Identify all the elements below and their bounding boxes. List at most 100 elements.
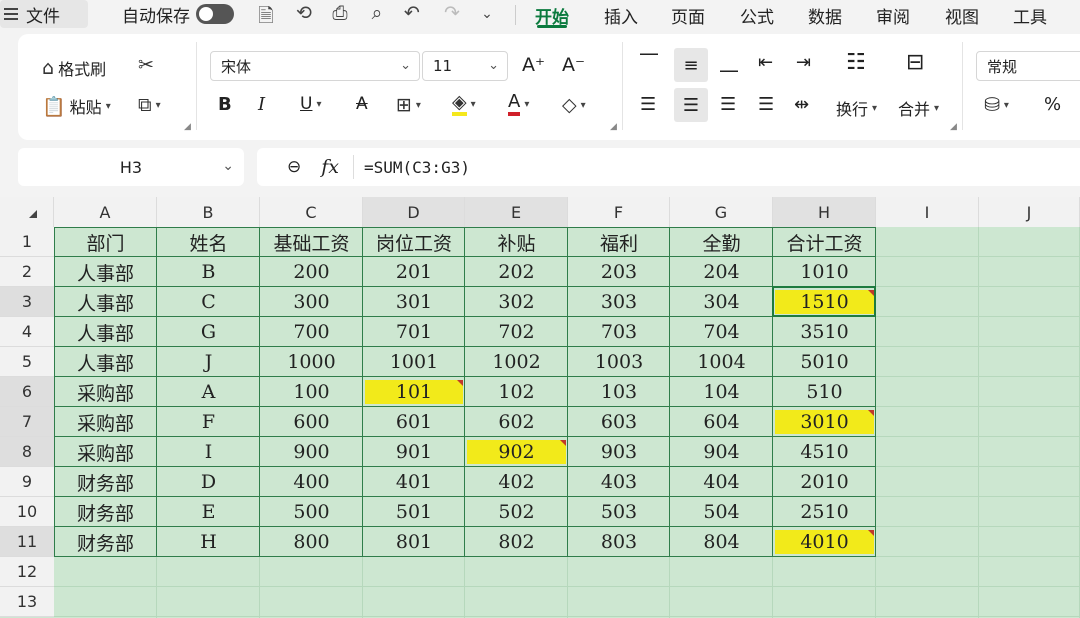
align-left-button[interactable]: ☰: [640, 94, 656, 115]
undo-icon[interactable]: ↶: [400, 2, 424, 24]
table-cell[interactable]: D: [157, 467, 260, 497]
table-cell[interactable]: 人事部: [54, 257, 157, 287]
column-header-b[interactable]: B: [157, 197, 260, 227]
distributed-button[interactable]: ⇹: [794, 94, 809, 115]
fill-color-button[interactable]: ◈ ▾: [452, 92, 476, 116]
row-header-8[interactable]: 8: [0, 437, 54, 467]
column-header-i[interactable]: I: [876, 197, 979, 227]
table-cell[interactable]: 104: [670, 377, 773, 407]
table-cell[interactable]: C: [157, 287, 260, 317]
decrease-indent-button[interactable]: ⇤: [758, 52, 773, 73]
align-top-button[interactable]: ⎺: [640, 52, 658, 73]
table-cell[interactable]: 3010: [773, 407, 876, 437]
column-header-d[interactable]: D: [363, 197, 465, 227]
header-cell[interactable]: 补贴: [465, 227, 568, 257]
print-icon[interactable]: ⎙: [328, 2, 352, 24]
table-cell[interactable]: 103: [568, 377, 670, 407]
tab-data[interactable]: 数据: [808, 0, 842, 30]
table-cell[interactable]: 1010: [773, 257, 876, 287]
align-bottom-button[interactable]: ⎽: [720, 52, 738, 73]
cloud-sync-icon[interactable]: ⟲: [292, 2, 316, 24]
column-header-f[interactable]: F: [568, 197, 670, 227]
table-cell[interactable]: 5010: [773, 347, 876, 377]
zoom-search-icon[interactable]: ⊖: [287, 157, 301, 177]
align-middle-button[interactable]: ≡: [674, 48, 708, 82]
table-cell[interactable]: 200: [260, 257, 363, 287]
row-header-12[interactable]: 12: [0, 557, 54, 587]
table-cell[interactable]: 702: [465, 317, 568, 347]
font-size-select[interactable]: 11 ⌄: [422, 51, 508, 81]
currency-button[interactable]: ⛁ ▾: [984, 94, 1009, 116]
table-cell[interactable]: F: [157, 407, 260, 437]
table-cell[interactable]: 204: [670, 257, 773, 287]
row-header-7[interactable]: 7: [0, 407, 54, 437]
align-right-button[interactable]: ☰: [720, 94, 736, 115]
table-cell[interactable]: 802: [465, 527, 568, 557]
table-cell[interactable]: 604: [670, 407, 773, 437]
increase-indent-button[interactable]: ⇥: [796, 52, 811, 73]
strikethrough-button[interactable]: A: [356, 94, 368, 114]
table-cell[interactable]: 财务部: [54, 497, 157, 527]
table-cell[interactable]: 3510: [773, 317, 876, 347]
table-cell[interactable]: 203: [568, 257, 670, 287]
increase-font-button[interactable]: A⁺: [522, 54, 545, 76]
table-cell[interactable]: 采购部: [54, 377, 157, 407]
table-cell[interactable]: 2510: [773, 497, 876, 527]
table-cell[interactable]: 1003: [568, 347, 670, 377]
table-cell[interactable]: 500: [260, 497, 363, 527]
table-cell[interactable]: 4510: [773, 437, 876, 467]
table-cell[interactable]: 201: [363, 257, 465, 287]
table-cell[interactable]: 401: [363, 467, 465, 497]
table-cell[interactable]: 1001: [363, 347, 465, 377]
row-header-11[interactable]: 11: [0, 527, 54, 557]
file-menu-button[interactable]: 文件: [0, 0, 88, 28]
table-cell[interactable]: 303: [568, 287, 670, 317]
table-cell[interactable]: 800: [260, 527, 363, 557]
table-cell[interactable]: 901: [363, 437, 465, 467]
font-launcher-icon[interactable]: ◢: [610, 122, 617, 132]
column-header-c[interactable]: C: [260, 197, 363, 227]
redo-icon[interactable]: ↷: [440, 2, 464, 24]
header-cell[interactable]: 福利: [568, 227, 670, 257]
table-cell[interactable]: 1000: [260, 347, 363, 377]
table-cell[interactable]: 302: [465, 287, 568, 317]
wrap-text-icon-button[interactable]: ☷: [846, 50, 866, 75]
header-cell[interactable]: 合计工资: [773, 227, 876, 257]
table-cell[interactable]: 903: [568, 437, 670, 467]
table-cell[interactable]: 402: [465, 467, 568, 497]
row-header-2[interactable]: 2: [0, 257, 54, 287]
print-preview-icon[interactable]: ⌕: [365, 2, 389, 24]
number-format-select[interactable]: 常规 ⌄: [976, 51, 1080, 81]
table-cell[interactable]: 2010: [773, 467, 876, 497]
column-header-j[interactable]: J: [979, 197, 1080, 227]
table-cell[interactable]: 804: [670, 527, 773, 557]
table-cell[interactable]: J: [157, 347, 260, 377]
tab-view[interactable]: 视图: [945, 0, 979, 30]
save-icon[interactable]: 🗎: [254, 2, 278, 34]
table-cell[interactable]: E: [157, 497, 260, 527]
table-cell[interactable]: 1002: [465, 347, 568, 377]
tab-home[interactable]: 开始: [535, 0, 569, 30]
row-header-13[interactable]: 13: [0, 587, 54, 617]
column-header-a[interactable]: A: [54, 197, 157, 227]
table-cell[interactable]: 202: [465, 257, 568, 287]
table-cell[interactable]: 采购部: [54, 437, 157, 467]
tab-formulas[interactable]: 公式: [740, 0, 774, 30]
table-cell[interactable]: 704: [670, 317, 773, 347]
table-cell[interactable]: 财务部: [54, 467, 157, 497]
spreadsheet-grid[interactable]: A B C D E F G H I J 1 2 3 4 5 6 7 8 9 10 11 12 13 部门 姓名 基础工资 岗位工资补…: [0, 197, 1080, 618]
column-header-g[interactable]: G: [670, 197, 773, 227]
table-cell[interactable]: 600: [260, 407, 363, 437]
table-cell[interactable]: 人事部: [54, 287, 157, 317]
merge-icon-button[interactable]: ⊟: [906, 50, 924, 75]
table-cell[interactable]: H: [157, 527, 260, 557]
header-cell[interactable]: 基础工资: [260, 227, 363, 257]
formula-input[interactable]: =SUM(C3:G3): [364, 158, 470, 177]
autosave-toggle[interactable]: [196, 4, 234, 24]
table-cell[interactable]: 财务部: [54, 527, 157, 557]
alignment-launcher-icon[interactable]: ◢: [950, 122, 957, 132]
table-cell[interactable]: 304: [670, 287, 773, 317]
row-header-1[interactable]: 1: [0, 227, 54, 257]
borders-button[interactable]: ⊞ ▾: [396, 94, 421, 116]
table-cell[interactable]: 300: [260, 287, 363, 317]
